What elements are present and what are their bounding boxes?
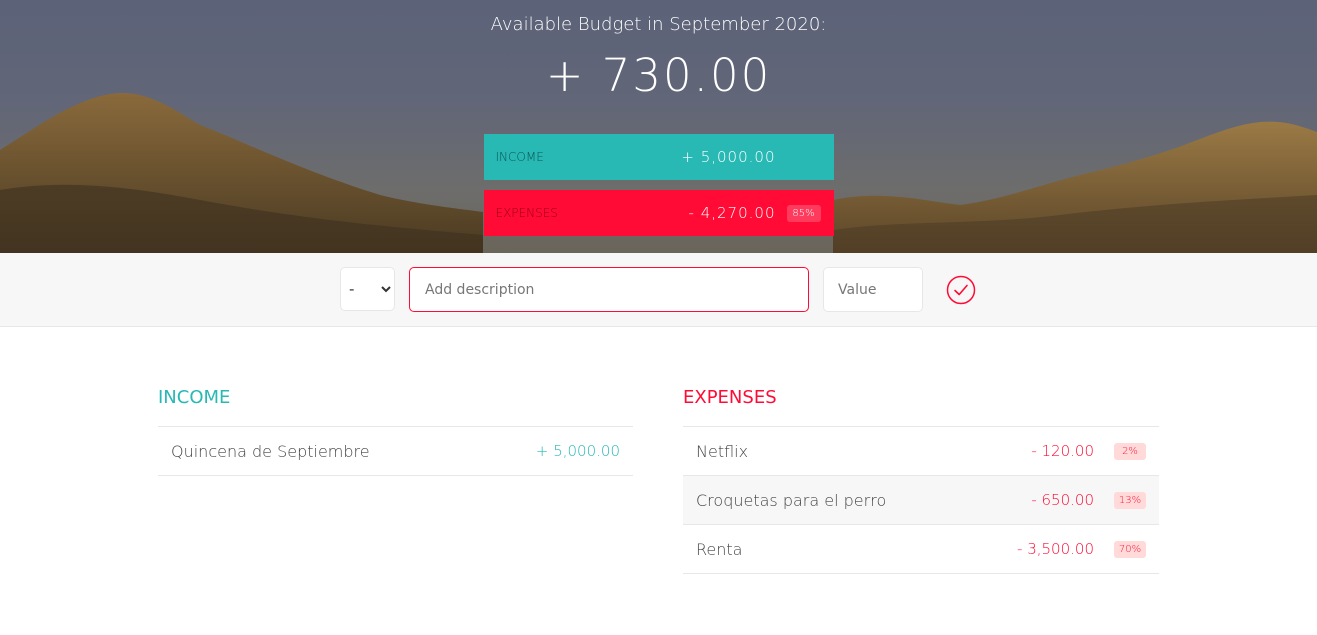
income-list: Income Quincena de Septiembre + 5,000.00 [158,387,633,476]
income-item-value: + 5,000.00 [535,442,620,460]
budget-income-label: Income [495,150,544,164]
budget-expenses-label: Expenses [495,206,558,220]
expense-item[interactable]: Croquetas para el perro - 650.00 13% [683,476,1159,525]
expenses-items: Netflix - 120.00 2% Croquetas para el pe… [683,427,1159,574]
checkmark-circle-icon [946,275,976,305]
budget-expenses-bar: Expenses - 4,270.00 85% [483,190,834,236]
expense-item-description: Netflix [696,441,749,461]
budget-expenses-value: - 4,270.00 [688,204,776,222]
add-item-button[interactable] [946,275,976,305]
expense-item-value: - 650.00 [1031,491,1094,509]
expense-item-value: - 3,500.00 [1017,540,1094,558]
income-item-description: Quincena de Septiembre [171,441,370,461]
type-select[interactable]: + - [340,267,395,311]
budget-income-value: + 5,000.00 [681,148,776,166]
description-input[interactable] [409,267,809,312]
value-input[interactable] [823,267,923,312]
budget-summary: Available Budget in September 2020: + 73… [483,0,834,236]
budget-income-bar: Income + 5,000.00 [483,134,834,180]
budget-header: Available Budget in September 2020: + 73… [0,0,1317,253]
expense-item-percentage-badge: 70% [1114,540,1146,558]
income-title: Income [158,387,633,427]
budget-value: + 730.00 [545,49,772,102]
expense-item-value: - 120.00 [1031,442,1094,460]
budget-title: Available Budget in September 2020: [490,14,827,35]
expense-item-description: Croquetas para el perro [696,490,887,510]
expense-item[interactable]: Netflix - 120.00 2% [683,427,1159,476]
expense-item[interactable]: Renta - 3,500.00 70% [683,525,1159,574]
expenses-title: Expenses [683,387,1159,427]
add-item-bar: + - [0,253,1317,327]
income-item[interactable]: Quincena de Septiembre + 5,000.00 [158,427,633,476]
expense-item-percentage-badge: 13% [1114,491,1146,509]
expense-item-description: Renta [696,539,743,559]
budget-expenses-percentage-badge: 85% [786,204,821,222]
expense-item-percentage-badge: 2% [1114,442,1146,460]
expenses-list: Expenses Netflix - 120.00 2% Croquetas p… [683,387,1159,574]
income-items: Quincena de Septiembre + 5,000.00 [158,427,633,476]
